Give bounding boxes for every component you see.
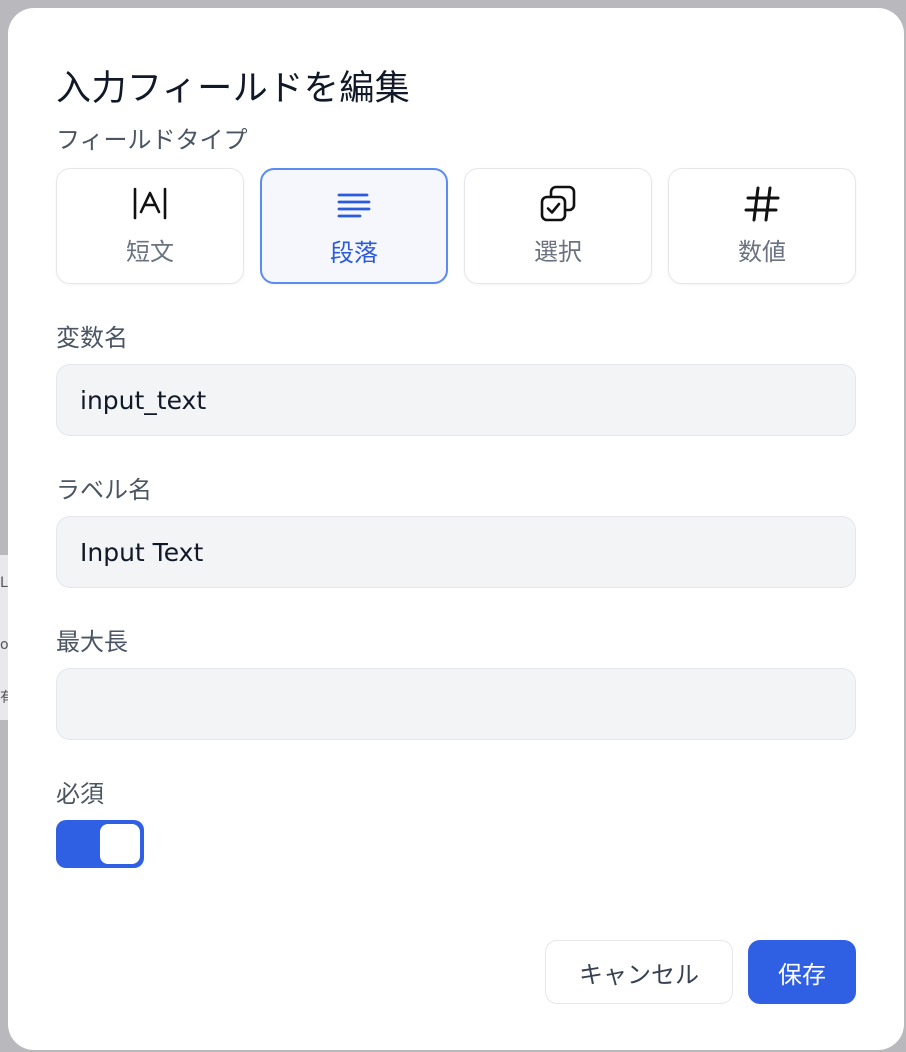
type-option-label: 選択 (534, 238, 582, 266)
max-length-input[interactable] (56, 668, 856, 740)
type-option-label: 数値 (738, 238, 786, 266)
label-name-label: ラベル名 (56, 476, 152, 504)
hash-icon (742, 184, 782, 224)
save-button[interactable]: 保存 (748, 940, 856, 1004)
field-type-label: フィールドタイプ (56, 126, 248, 154)
required-toggle[interactable] (56, 820, 144, 868)
field-type-selector: 短文 段落 選択 数値 (56, 168, 856, 284)
edit-field-dialog: 入力フィールドを編集 フィールドタイプ 短文 段落 選択 数値 変数名 inpu… (8, 8, 904, 1050)
type-option-label: 段落 (330, 239, 378, 267)
type-option-short-text[interactable]: 短文 (56, 168, 244, 284)
variable-name-label: 変数名 (56, 324, 128, 352)
type-option-paragraph[interactable]: 段落 (260, 168, 448, 284)
text-cursor-icon (130, 184, 170, 224)
variable-name-input[interactable]: input_text (56, 364, 856, 436)
toggle-knob (100, 824, 140, 864)
required-label: 必須 (56, 780, 104, 808)
max-length-label: 最大長 (56, 628, 128, 656)
multi-select-icon (538, 184, 578, 224)
label-name-input[interactable]: Input Text (56, 516, 856, 588)
type-option-label: 短文 (126, 238, 174, 266)
type-option-number[interactable]: 数値 (668, 168, 856, 284)
type-option-select[interactable]: 選択 (464, 168, 652, 284)
dialog-title: 入力フィールドを編集 (56, 69, 411, 109)
cancel-button[interactable]: キャンセル (545, 940, 733, 1004)
paragraph-lines-icon (334, 185, 374, 225)
